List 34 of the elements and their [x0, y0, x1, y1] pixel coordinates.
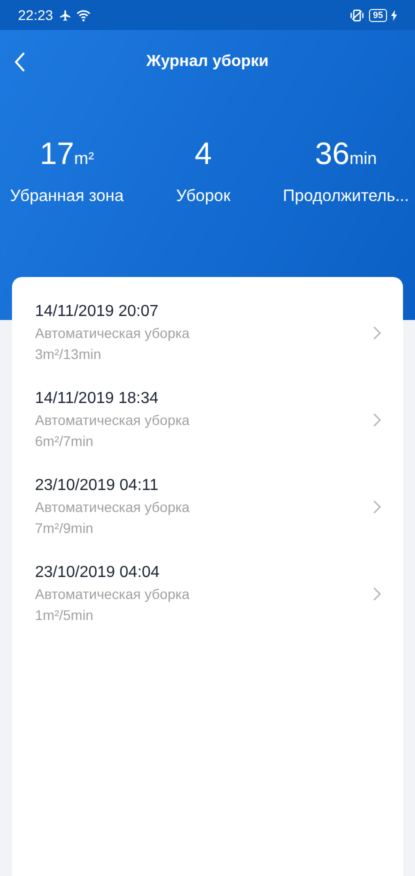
record-datetime: 14/11/2019 20:07 — [35, 302, 160, 322]
record-mode: Автоматическая уборка — [35, 410, 191, 430]
back-icon[interactable] — [14, 52, 26, 72]
record-item[interactable]: 14/11/2019 20:07 Автоматическая уборка 3m²/13min — [12, 289, 403, 376]
stat-label: Убранная зона — [10, 187, 124, 206]
status-time: 22:23 — [18, 7, 54, 23]
wifi-icon — [76, 8, 92, 22]
stat-label: Продолжитель... — [282, 187, 409, 206]
record-summary: 7m²/9min — [35, 518, 94, 538]
record-mode: Автоматическая уборка — [35, 324, 191, 343]
record-item[interactable]: 23/10/2019 04:04 Автоматическая уборка 1m²/5min — [12, 550, 403, 637]
battery-level: 95 — [368, 8, 387, 22]
record-summary: 1m²/5min — [35, 606, 94, 624]
record-mode: Автоматическая уборка — [35, 498, 191, 517]
record-datetime: 23/10/2019 04:11 — [35, 476, 160, 496]
vibrate-icon — [348, 8, 365, 22]
chevron-right-icon — [373, 326, 381, 340]
record-mode: Автоматическая уборка — [35, 584, 191, 604]
page-title: Журнал уборки — [146, 53, 269, 71]
chevron-right-icon — [373, 412, 381, 426]
airplane-icon — [59, 8, 72, 22]
stat-value: 36min — [314, 136, 377, 173]
record-datetime: 14/11/2019 18:34 — [35, 388, 160, 408]
record-summary: 6m²/7min — [35, 432, 94, 450]
stat-value: 17m² — [40, 136, 94, 173]
record-item[interactable]: 23/10/2019 04:11 Автоматическая уборка 7m²/9min — [12, 463, 403, 550]
record-item[interactable]: 14/11/2019 18:34 Автоматическая уборка 6m²/7min — [12, 376, 403, 463]
chevron-right-icon — [373, 586, 381, 600]
charging-icon — [391, 10, 397, 20]
record-datetime: 23/10/2019 04:04 — [35, 562, 161, 582]
record-summary: 3m²/13min — [35, 344, 102, 364]
stat-value: 4 — [194, 136, 212, 173]
stat-label: Уборок — [176, 187, 230, 206]
chevron-right-icon — [373, 500, 381, 514]
